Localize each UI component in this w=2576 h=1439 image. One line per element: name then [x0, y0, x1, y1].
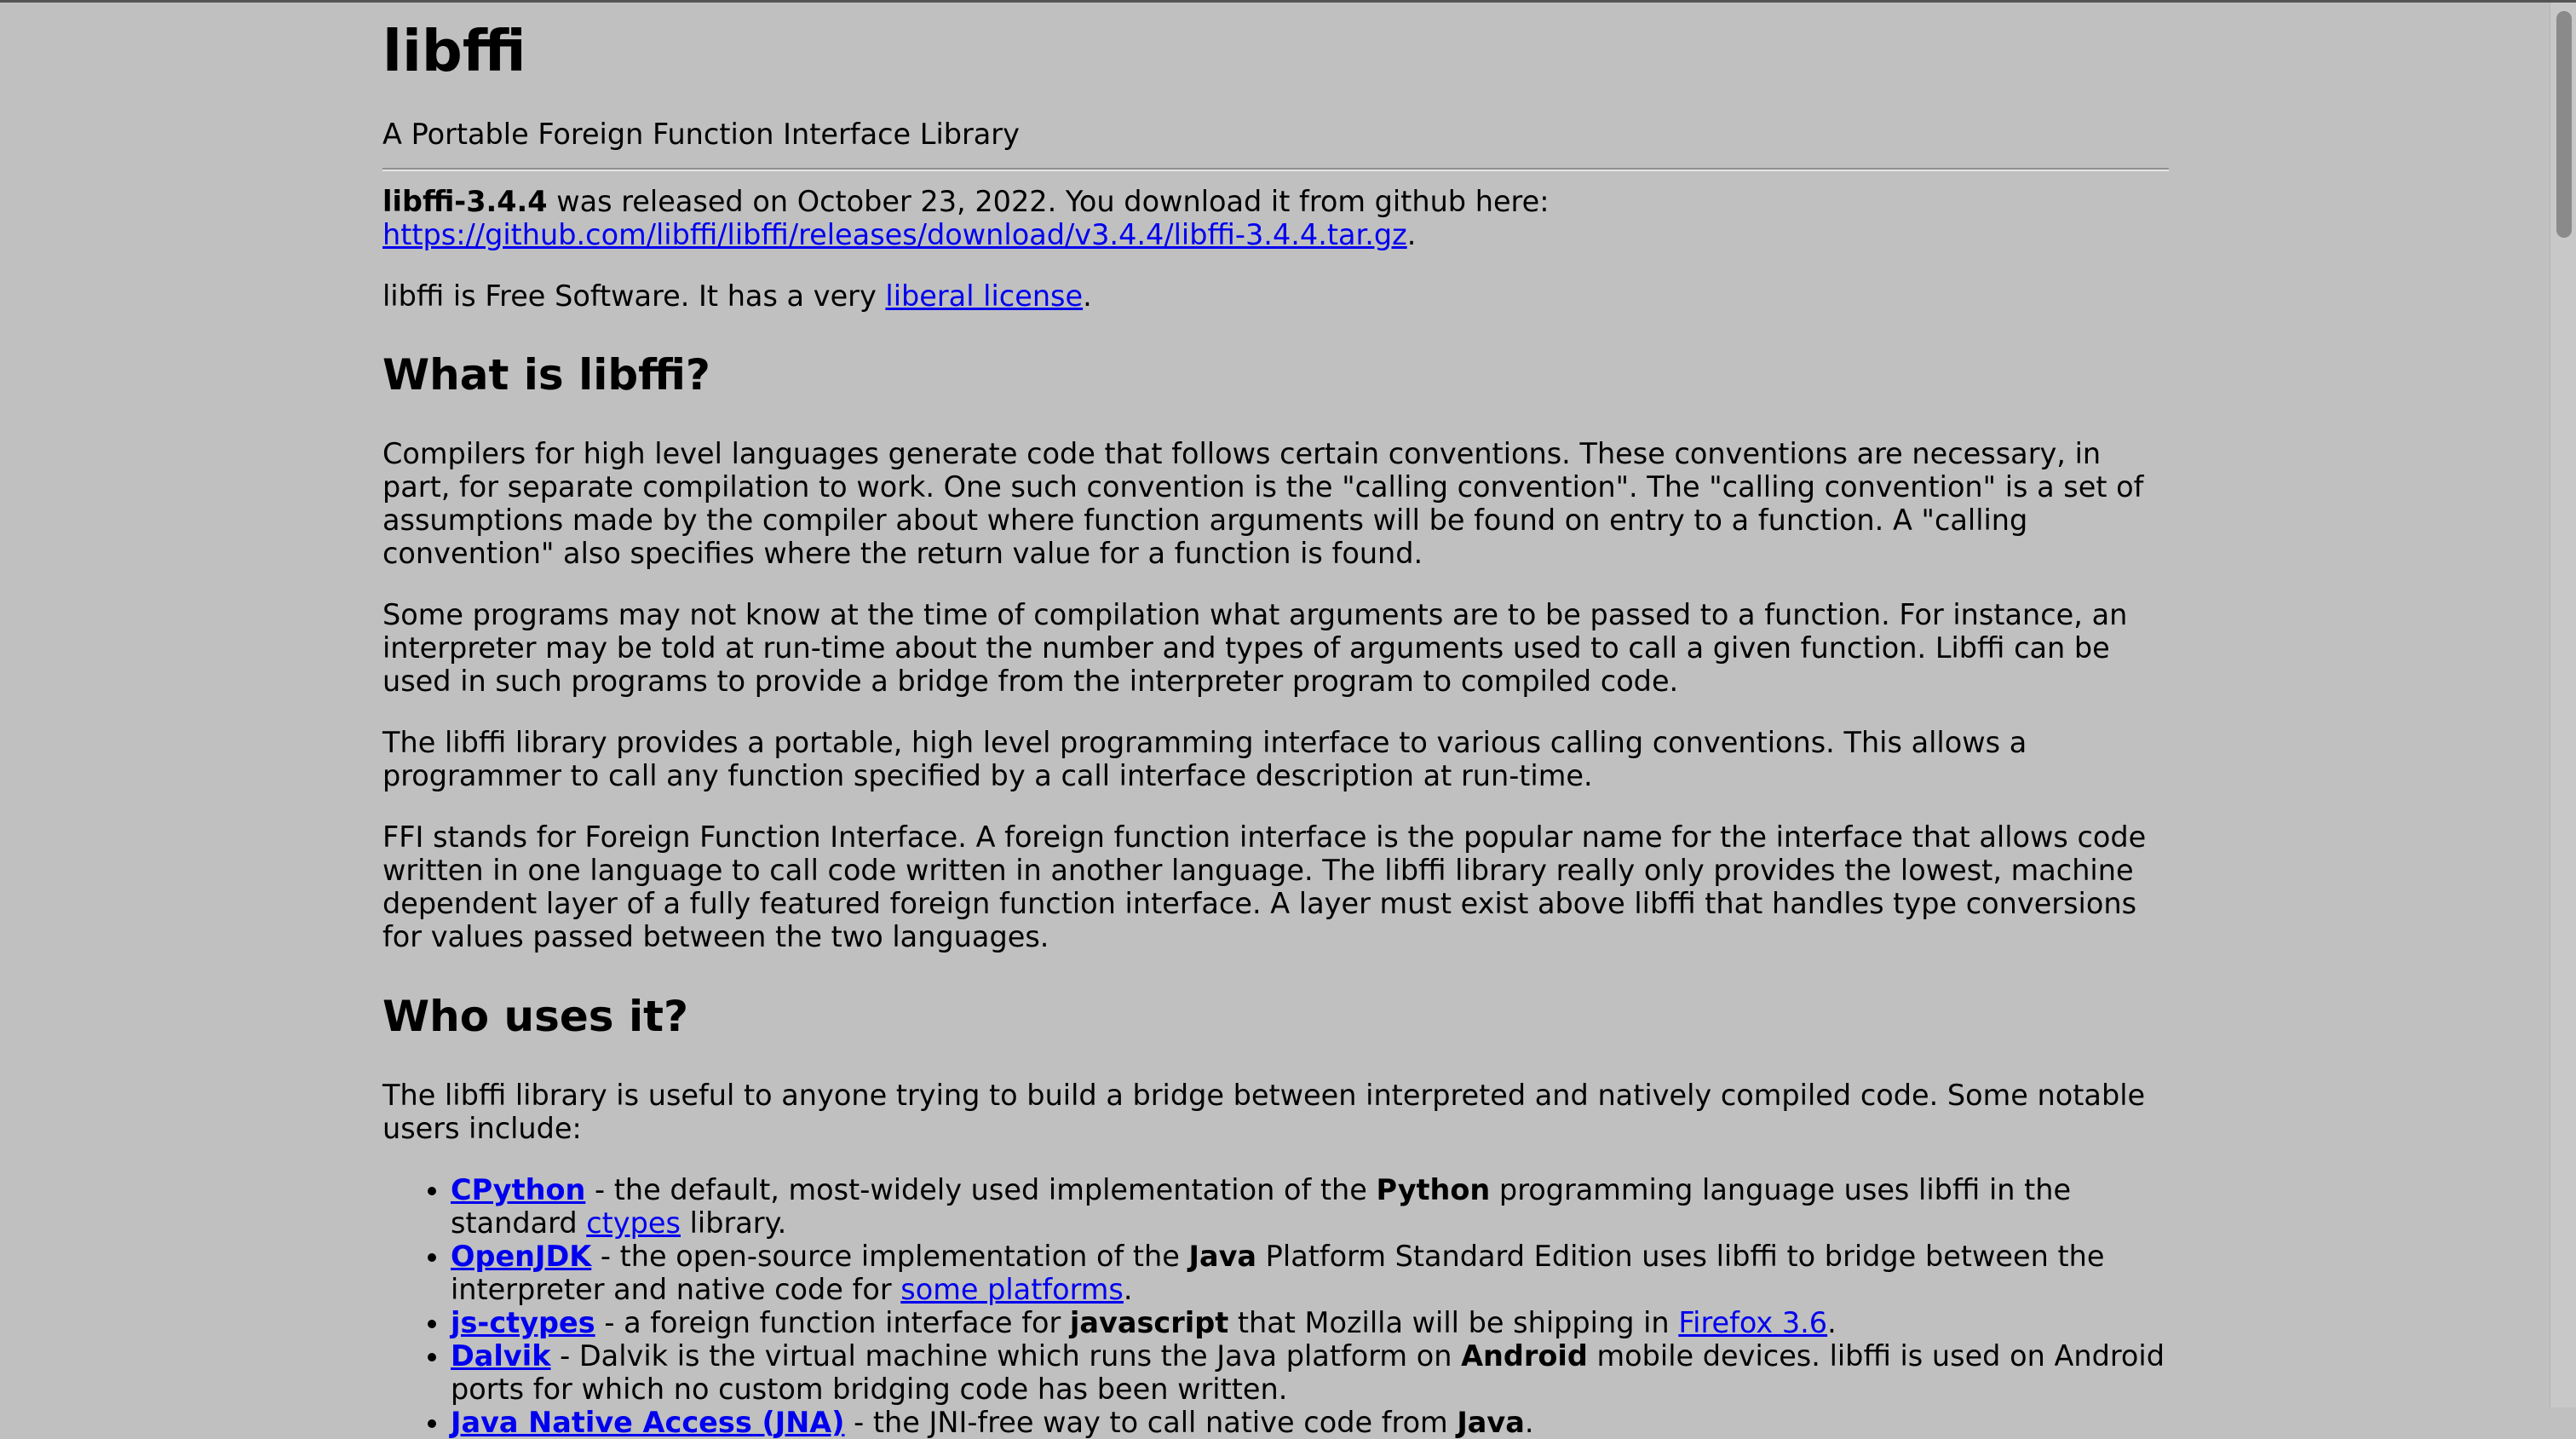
ctypes-link[interactable]: ctypes	[586, 1206, 681, 1240]
divider	[382, 168, 2169, 171]
release-period: .	[1406, 218, 1417, 251]
what-heading: What is libffi?	[382, 350, 710, 400]
user-link-dalvik[interactable]: Dalvik	[451, 1339, 551, 1373]
download-link[interactable]: https://github.com/libffi/libffi/release…	[382, 218, 1407, 251]
license-period: .	[1083, 279, 1092, 313]
vertical-scrollbar[interactable]	[2550, 3, 2576, 1407]
scrollbar-thumb[interactable]	[2556, 11, 2572, 238]
license-link[interactable]: liberal license	[885, 279, 1083, 313]
what-paragraph-1: Compilers for high level languages gener…	[382, 437, 2144, 570]
users-list: CPython - the default, most-widely used …	[382, 1173, 2169, 1439]
list-item: CPython - the default, most-widely used …	[451, 1173, 2169, 1240]
what-paragraph-2: Some programs may not know at the time o…	[382, 598, 2128, 698]
firefox-link[interactable]: Firefox 3.6	[1678, 1306, 1827, 1339]
user-link-cpython[interactable]: CPython	[451, 1173, 585, 1206]
user-link-js-ctypes[interactable]: js-ctypes	[451, 1306, 595, 1339]
user-link-openjdk[interactable]: OpenJDK	[451, 1240, 591, 1273]
release-version: libffi-3.4.4	[382, 185, 548, 218]
page-subtitle: A Portable Foreign Function Interface Li…	[382, 118, 1020, 151]
release-text: was released on October 23, 2022. You do…	[547, 185, 1550, 218]
list-item: js-ctypes - a foreign function interface…	[451, 1306, 2169, 1339]
who-heading: Who uses it?	[382, 992, 688, 1041]
what-paragraph-4: FFI stands for Foreign Function Interfac…	[382, 820, 2147, 953]
release-paragraph: libffi-3.4.4 was released on October 23,…	[382, 185, 2169, 251]
what-paragraph-3: The libffi library provides a portable, …	[382, 726, 2027, 792]
license-paragraph: libffi is Free Software. It has a very l…	[382, 279, 2169, 313]
user-link-jna[interactable]: Java Native Access (JNA)	[451, 1406, 845, 1439]
page-title: libffi	[382, 18, 526, 84]
who-intro: The libffi library is useful to anyone t…	[382, 1079, 2146, 1145]
some-platforms-link[interactable]: some platforms	[900, 1273, 1124, 1306]
list-item: OpenJDK - the open-source implementation…	[451, 1240, 2169, 1306]
license-text: libffi is Free Software. It has a very	[382, 279, 886, 313]
list-item: Dalvik - Dalvik is the virtual machine w…	[451, 1339, 2169, 1406]
list-item: Java Native Access (JNA) - the JNI-free …	[451, 1406, 2169, 1439]
page-content: libffi A Portable Foreign Function Inter…	[382, 0, 2169, 1439]
